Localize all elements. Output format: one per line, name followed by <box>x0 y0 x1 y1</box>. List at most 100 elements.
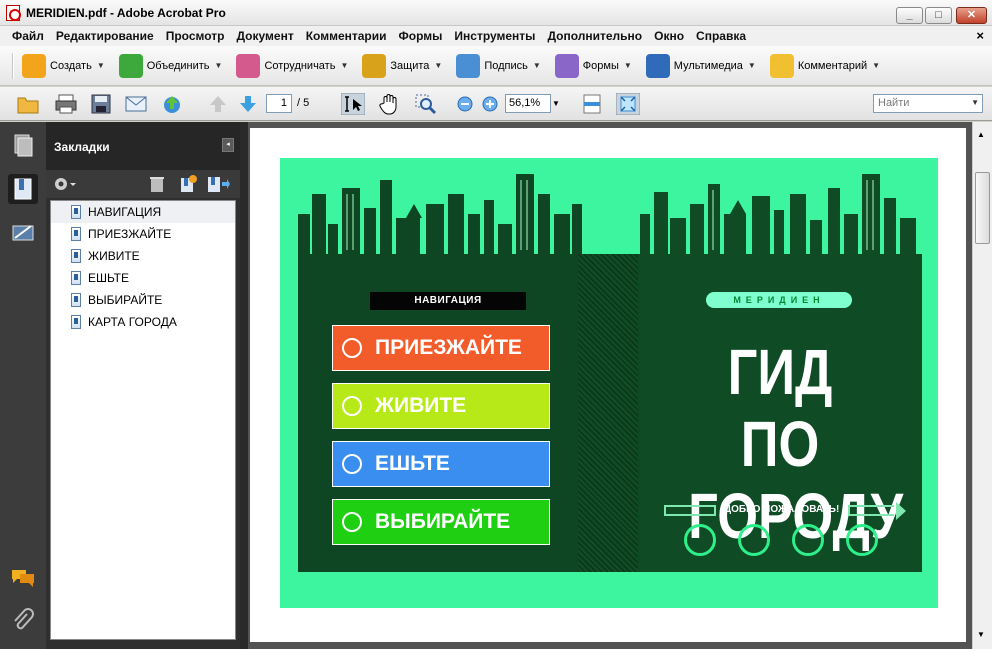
page-number-input[interactable]: 1 <box>266 94 292 113</box>
task-multimedia-button[interactable]: Мультимедиа ▼ <box>645 53 756 78</box>
maximize-button[interactable]: □ <box>925 7 952 24</box>
task-forms-label: Формы <box>582 59 619 72</box>
print-icon[interactable] <box>54 93 78 115</box>
email-icon[interactable] <box>124 93 148 115</box>
task-comment-label: Комментарий <box>797 59 868 72</box>
signatures-icon[interactable] <box>8 218 38 248</box>
choose-button[interactable]: ВЫБИРАЙТЕ <box>332 499 550 545</box>
compass-circle-icon[interactable] <box>684 524 716 556</box>
welcome-bar-left <box>664 505 716 516</box>
scroll-up-icon[interactable]: ▲ <box>977 130 985 139</box>
live-button-label: ЖИВИТЕ <box>375 394 467 417</box>
marquee-zoom-icon[interactable] <box>414 93 438 115</box>
task-collaborate-button[interactable]: Сотрудничать ▼ <box>236 53 348 78</box>
close-document-icon[interactable]: × <box>976 28 984 43</box>
collapse-panel-icon[interactable]: ◂ <box>222 138 234 152</box>
expand-bookmark-icon[interactable] <box>206 174 230 194</box>
scroll-down-icon[interactable]: ▼ <box>977 630 985 639</box>
vertical-scrollbar[interactable]: ▲ ▼ <box>972 122 992 649</box>
bookmark-label: ЖИВИТЕ <box>88 249 140 263</box>
task-secure-label: Защита <box>390 59 430 72</box>
come-button[interactable]: ПРИЕЗЖАЙТЕ <box>332 325 550 371</box>
chevron-down-icon[interactable]: ▼ <box>552 99 560 108</box>
menu-help[interactable]: Справка <box>690 29 752 43</box>
find-input[interactable]: Найти ▼ <box>873 94 983 113</box>
bookmark-item[interactable]: ВЫБИРАЙТЕ <box>51 289 235 311</box>
task-create-label: Создать <box>50 59 92 72</box>
bookmark-item[interactable]: ПРИЕЗЖАЙТЕ <box>51 223 235 245</box>
bookmark-item[interactable]: ЕШЬТЕ <box>51 267 235 289</box>
bookmark-icon <box>71 271 81 285</box>
task-create-button[interactable]: Создать ▼ <box>22 53 105 78</box>
bookmarks-title: Закладки <box>54 140 110 154</box>
fork-icon <box>342 454 362 474</box>
attachments-icon[interactable] <box>8 606 38 636</box>
minimize-button[interactable]: _ <box>896 7 923 24</box>
zoom-out-icon[interactable] <box>453 93 477 115</box>
menu-window[interactable]: Окно <box>648 29 690 43</box>
menu-edit[interactable]: Редактирование <box>50 29 160 43</box>
scroll-thumb[interactable] <box>975 172 990 244</box>
upload-icon[interactable] <box>160 93 184 115</box>
bookmark-item[interactable]: КАРТА ГОРОДА <box>51 311 235 333</box>
minimize-icon: _ <box>906 9 913 21</box>
close-button[interactable]: ✕ <box>956 7 987 24</box>
options-gear-icon[interactable] <box>52 174 78 194</box>
live-button[interactable]: ЖИВИТЕ <box>332 383 550 429</box>
pdf-file-icon <box>6 5 21 21</box>
open-folder-icon[interactable] <box>16 93 40 115</box>
task-sign-button[interactable]: Подпись ▼ <box>456 53 541 78</box>
zoom-level-input[interactable]: 56,1% <box>505 94 551 113</box>
menu-advanced[interactable]: Дополнительно <box>541 29 648 43</box>
task-forms-button[interactable]: Формы ▼ <box>554 53 632 78</box>
combine-icon <box>118 53 143 78</box>
fit-width-icon[interactable] <box>580 93 604 115</box>
chevron-down-icon: ▼ <box>747 61 756 70</box>
bookmark-item[interactable]: НАВИГАЦИЯ <box>51 201 235 223</box>
tasks-toolbar: Создать ▼ Объединить ▼ Сотрудничать ▼ За… <box>0 46 992 86</box>
pages-icon[interactable] <box>8 130 38 160</box>
arrow-up-icon[interactable] <box>206 93 230 115</box>
panel-splitter[interactable] <box>240 122 248 649</box>
new-bookmark-icon[interactable] <box>178 174 198 194</box>
menu-view[interactable]: Просмотр <box>160 29 231 43</box>
chevron-down-icon: ▼ <box>96 61 105 70</box>
task-combine-button[interactable]: Объединить ▼ <box>118 53 222 78</box>
delete-bookmark-icon[interactable] <box>148 174 166 194</box>
tree-circle-icon[interactable] <box>846 524 878 556</box>
task-secure-button[interactable]: Защита ▼ <box>362 53 443 78</box>
brochure-middle-panel <box>578 254 638 572</box>
chevron-down-icon[interactable]: ▼ <box>971 98 979 107</box>
toolbar-grip <box>12 52 14 79</box>
bookmarks-header: Закладки ◂ <box>46 122 242 170</box>
menu-comments[interactable]: Комментарии <box>300 29 393 43</box>
chevron-down-icon: ▼ <box>872 61 881 70</box>
hand-tool-icon[interactable] <box>377 93 401 115</box>
comments-icon[interactable] <box>8 562 38 592</box>
bookmark-item[interactable]: ЖИВИТЕ <box>51 245 235 267</box>
chevron-down-icon: ▼ <box>434 61 443 70</box>
menu-forms[interactable]: Формы <box>393 29 449 43</box>
save-icon[interactable] <box>89 93 113 115</box>
arrow-down-icon[interactable] <box>236 93 260 115</box>
full-screen-icon[interactable] <box>616 93 640 115</box>
city-skyline-left <box>298 174 582 256</box>
menu-file[interactable]: Файл <box>0 29 50 43</box>
home-circle-icon[interactable] <box>738 524 770 556</box>
menu-document[interactable]: Документ <box>230 29 299 43</box>
bookmark-label: ВЫБИРАЙТЕ <box>88 293 163 307</box>
bookmark-label: НАВИГАЦИЯ <box>88 205 162 219</box>
bookmarks-icon[interactable] <box>8 174 38 204</box>
zoom-in-icon[interactable] <box>478 93 502 115</box>
pen-icon <box>456 53 481 78</box>
select-tool-icon[interactable] <box>341 93 365 115</box>
menu-tools[interactable]: Инструменты <box>448 29 541 43</box>
fork-circle-icon[interactable] <box>792 524 824 556</box>
compass-icon <box>342 338 362 358</box>
collaborate-icon <box>236 53 261 78</box>
navigation-pane <box>0 122 46 649</box>
eat-button[interactable]: ЕШЬТЕ <box>332 441 550 487</box>
bookmark-icon <box>71 205 81 219</box>
task-sign-label: Подпись <box>484 59 528 72</box>
task-comment-button[interactable]: Комментарий ▼ <box>769 53 881 78</box>
